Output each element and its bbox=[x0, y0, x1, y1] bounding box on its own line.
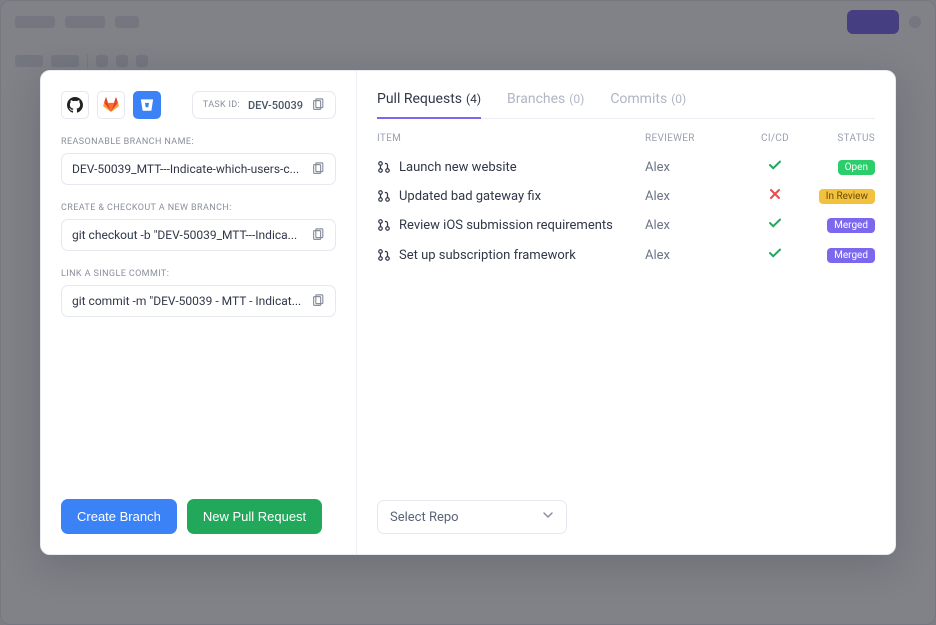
pr-title: Set up subscription framework bbox=[399, 248, 576, 263]
create-branch-button[interactable]: Create Branch bbox=[61, 499, 177, 534]
ci-fail-icon bbox=[745, 188, 805, 204]
pr-reviewer: Alex bbox=[645, 160, 745, 175]
github-provider-button[interactable] bbox=[61, 91, 89, 119]
branch-name-value: DEV-50039_MTT---Indicate-which-users-c..… bbox=[72, 162, 303, 176]
repo-select-dropdown[interactable]: Select Repo bbox=[377, 500, 567, 534]
ci-success-icon bbox=[745, 216, 805, 234]
task-id-value: DEV-50039 bbox=[248, 99, 303, 112]
col-status: STATUS bbox=[805, 133, 875, 144]
col-item: ITEM bbox=[377, 133, 645, 144]
table-body: Launch new website Alex Open Updated bad ga… bbox=[377, 152, 875, 270]
copy-icon[interactable] bbox=[311, 228, 325, 242]
git-modal: TASK ID: DEV-50039 REASONABLE BRANCH NAM… bbox=[40, 70, 896, 555]
checkout-label: CREATE & CHECKOUT A NEW BRANCH: bbox=[61, 203, 336, 213]
tab-label: Commits bbox=[610, 91, 667, 107]
commit-field[interactable]: git commit -m "DEV-50039 - MTT - Indicat… bbox=[61, 285, 336, 317]
pr-status: Open bbox=[805, 159, 875, 175]
checkout-value: git checkout -b "DEV-50039_MTT---Indica.… bbox=[72, 228, 303, 242]
chevron-down-icon bbox=[542, 509, 554, 525]
copy-icon[interactable] bbox=[311, 98, 325, 112]
pr-reviewer: Alex bbox=[645, 248, 745, 263]
checkout-field[interactable]: git checkout -b "DEV-50039_MTT---Indica.… bbox=[61, 219, 336, 251]
tab-count: (4) bbox=[466, 92, 481, 106]
ci-success-icon bbox=[745, 158, 805, 176]
bitbucket-provider-button[interactable] bbox=[133, 91, 161, 119]
pr-reviewer: Alex bbox=[645, 189, 745, 204]
branch-name-label: REASONABLE BRANCH NAME: bbox=[61, 137, 336, 147]
new-pull-request-button[interactable]: New Pull Request bbox=[187, 499, 322, 534]
pr-status: Merged bbox=[805, 217, 875, 233]
col-reviewer: REVIEWER bbox=[645, 133, 745, 144]
branch-name-field[interactable]: DEV-50039_MTT---Indicate-which-users-c..… bbox=[61, 153, 336, 185]
action-buttons: Create Branch New Pull Request bbox=[61, 499, 336, 534]
commit-value: git commit -m "DEV-50039 - MTT - Indicat… bbox=[72, 294, 303, 308]
pull-request-icon bbox=[377, 248, 391, 262]
pr-title: Launch new website bbox=[399, 160, 517, 175]
table-row[interactable]: Review iOS submission requirements Alex Me… bbox=[377, 210, 875, 240]
commit-label: LINK A SINGLE COMMIT: bbox=[61, 269, 336, 279]
copy-icon[interactable] bbox=[311, 162, 325, 176]
tabs: Pull Requests (4) Branches (0) Commits (… bbox=[377, 91, 875, 119]
pr-title: Review iOS submission requirements bbox=[399, 218, 613, 233]
provider-row: TASK ID: DEV-50039 bbox=[61, 91, 336, 119]
modal-right-pane: Pull Requests (4) Branches (0) Commits (… bbox=[357, 71, 895, 554]
table-row[interactable]: Launch new website Alex Open bbox=[377, 152, 875, 182]
pull-request-icon bbox=[377, 189, 391, 203]
table-row[interactable]: Updated bad gateway fix Alex In Review bbox=[377, 182, 875, 210]
gitlab-icon bbox=[103, 97, 119, 113]
tab-branches[interactable]: Branches (0) bbox=[507, 91, 584, 117]
pr-status: In Review bbox=[805, 188, 875, 204]
github-icon bbox=[67, 97, 83, 113]
tab-commits[interactable]: Commits (0) bbox=[610, 91, 686, 117]
modal-left-pane: TASK ID: DEV-50039 REASONABLE BRANCH NAM… bbox=[41, 71, 357, 554]
pr-title: Updated bad gateway fix bbox=[399, 189, 541, 204]
bitbucket-icon bbox=[140, 98, 154, 112]
tab-count: (0) bbox=[569, 92, 584, 106]
col-cicd: CI/CD bbox=[745, 133, 805, 144]
tab-label: Pull Requests bbox=[377, 91, 462, 107]
pr-status: Merged bbox=[805, 247, 875, 263]
tab-count: (0) bbox=[671, 92, 686, 106]
task-id-pill: TASK ID: DEV-50039 bbox=[192, 91, 336, 119]
table-row[interactable]: Set up subscription framework Alex Merged bbox=[377, 240, 875, 270]
gitlab-provider-button[interactable] bbox=[97, 91, 125, 119]
pull-request-icon bbox=[377, 160, 391, 174]
tab-pull-requests[interactable]: Pull Requests (4) bbox=[377, 91, 481, 119]
repo-select-label: Select Repo bbox=[390, 510, 459, 525]
pr-reviewer: Alex bbox=[645, 218, 745, 233]
table-header: ITEM REVIEWER CI/CD STATUS bbox=[377, 119, 875, 152]
ci-success-icon bbox=[745, 246, 805, 264]
task-id-label: TASK ID: bbox=[203, 100, 240, 110]
pull-request-icon bbox=[377, 218, 391, 232]
tab-label: Branches bbox=[507, 91, 565, 107]
copy-icon[interactable] bbox=[311, 294, 325, 308]
